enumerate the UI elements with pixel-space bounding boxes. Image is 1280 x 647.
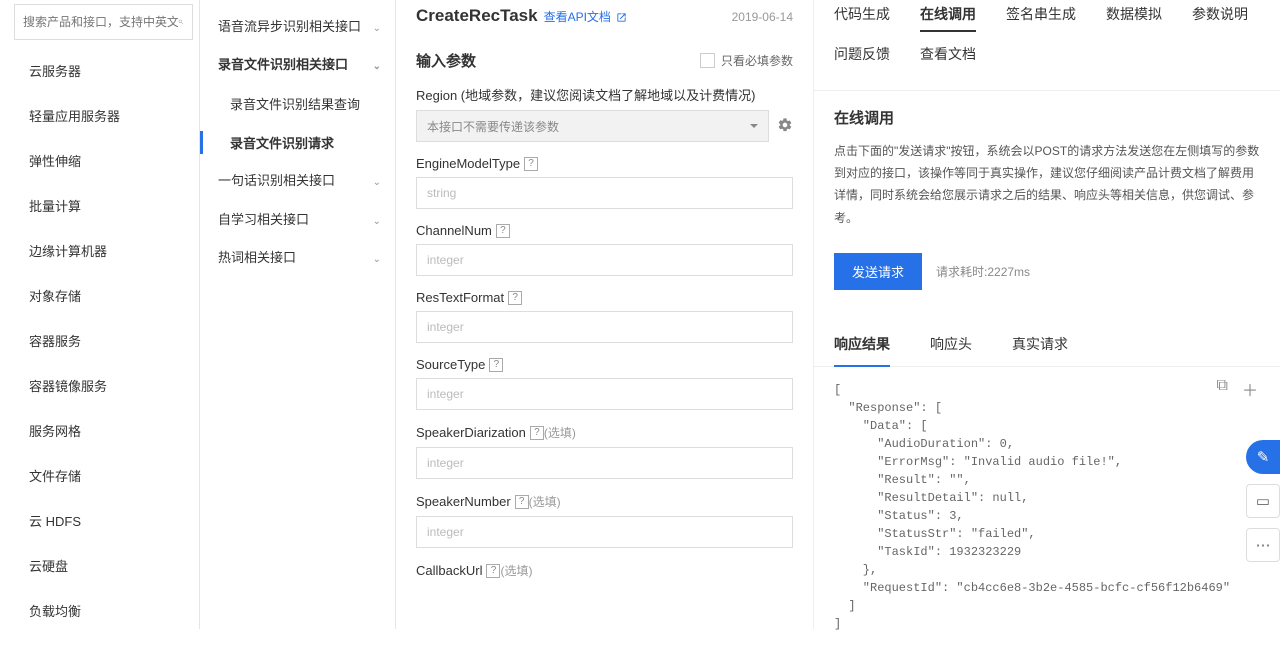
left-nav: 云服务器 轻量应用服务器 弹性伸缩 批量计算 边缘计算机器 对象存储 容器服务 … xyxy=(0,48,199,629)
param-label-region: Region (地域参数，建议您阅读文档了解地域以及计费情况) xyxy=(416,85,793,104)
help-icon[interactable]: ? xyxy=(489,358,503,372)
param-input[interactable]: string xyxy=(416,177,793,209)
lnav-item[interactable]: 云硬盘 xyxy=(0,543,199,588)
subnav-item[interactable]: 录音文件识别结果查询 xyxy=(200,84,395,123)
subnav-item[interactable]: 录音文件识别请求 xyxy=(200,123,395,162)
lnav-item[interactable]: 服务网格 xyxy=(0,408,199,453)
api-date: 2019-06-14 xyxy=(732,10,793,24)
subnav-label: 一句话识别相关接口 xyxy=(218,173,335,188)
help-icon[interactable]: ? xyxy=(486,564,500,578)
api-title: CreateRecTask xyxy=(416,6,538,26)
chevron-down-icon: ⌄ xyxy=(373,176,381,190)
lnav-item[interactable]: 文件存储 xyxy=(0,453,199,498)
param-label: ChannelNum? xyxy=(416,223,793,238)
gear-icon[interactable] xyxy=(777,117,793,136)
help-icon[interactable]: ? xyxy=(524,157,538,171)
param-input[interactable]: integer xyxy=(416,244,793,276)
response-json: [ "Response": [ "Data": [ "AudioDuration… xyxy=(834,381,1260,633)
tab-view-doc[interactable]: 查看文档 xyxy=(920,40,976,76)
debug-description: 点击下面的"发送请求"按钮，系统会以POST的请求方法发送您在左侧填写的参数到对… xyxy=(834,140,1260,229)
help-icon[interactable]: ? xyxy=(496,224,510,238)
sub-nav: 语音流异步识别相关接口 ⌄ 录音文件识别相关接口 ⌄ 录音文件识别结果查询 录音文件… xyxy=(200,0,396,629)
search-input[interactable] xyxy=(23,15,178,29)
section-title: 输入参数 xyxy=(416,50,700,71)
tab-feedback[interactable]: 问题反馈 xyxy=(834,40,890,76)
subnav-category[interactable]: 语音流异步识别相关接口 ⌄ xyxy=(200,8,395,46)
lnav-item[interactable]: 容器镜像服务 xyxy=(0,363,199,408)
debug-title: 在线调用 xyxy=(834,107,1260,128)
result-tabs: 响应结果 响应头 真实请求 xyxy=(814,306,1280,367)
lnav-item[interactable]: 弹性伸缩 xyxy=(0,138,199,183)
float-doc-button[interactable]: ▭ xyxy=(1246,484,1280,518)
doc-link-text: 查看API文档 xyxy=(544,10,611,24)
subnav-category[interactable]: 录音文件识别相关接口 ⌄ xyxy=(200,46,395,84)
help-icon[interactable]: ? xyxy=(508,291,522,305)
float-feedback-button[interactable]: ✎ xyxy=(1246,440,1280,474)
request-time: 请求耗时:2227ms xyxy=(936,263,1030,280)
only-required-checkbox[interactable] xyxy=(700,53,715,68)
subnav-label: 热词相关接口 xyxy=(218,250,296,265)
subnav-label: 录音文件识别相关接口 xyxy=(218,57,348,72)
param-label: CallbackUrl?(选填) xyxy=(416,562,793,579)
tab-params-help[interactable]: 参数说明 xyxy=(1192,0,1248,36)
chevron-down-icon: ⌄ xyxy=(373,60,381,74)
lnav-item[interactable]: 负载均衡 xyxy=(0,588,199,629)
lnav-item[interactable]: 对象存储 xyxy=(0,273,199,318)
right-tabs-row1: 代码生成 在线调用 签名串生成 数据模拟 参数说明 xyxy=(814,0,1280,36)
lnav-item[interactable]: 批量计算 xyxy=(0,183,199,228)
help-icon[interactable]: ? xyxy=(530,426,544,440)
lnav-item[interactable]: 云服务器 xyxy=(0,48,199,93)
help-icon[interactable]: ? xyxy=(515,495,529,509)
tab-mock[interactable]: 数据模拟 xyxy=(1106,0,1162,36)
main-header: CreateRecTask 查看API文档 2019-06-14 xyxy=(396,0,813,36)
param-label: SpeakerDiarization?(选填) xyxy=(416,424,793,441)
param-label: EngineModelType? xyxy=(416,156,793,171)
subnav-category[interactable]: 热词相关接口 ⌄ xyxy=(200,239,395,277)
lnav-item[interactable]: 轻量应用服务器 xyxy=(0,93,199,138)
lnav-item[interactable]: 云 HDFS xyxy=(0,498,199,543)
tab-code-gen[interactable]: 代码生成 xyxy=(834,0,890,36)
param-label: SpeakerNumber?(选填) xyxy=(416,493,793,510)
search-icon xyxy=(178,14,184,30)
lnav-item[interactable]: 边缘计算机器 xyxy=(0,228,199,273)
result-tab-request[interactable]: 真实请求 xyxy=(1012,334,1068,366)
subnav-label: 语音流异步识别相关接口 xyxy=(218,19,361,34)
param-input[interactable]: integer xyxy=(416,311,793,343)
subnav-category[interactable]: 自学习相关接口 ⌄ xyxy=(200,201,395,239)
search-bar[interactable] xyxy=(14,4,193,40)
result-tab-headers[interactable]: 响应头 xyxy=(930,334,972,366)
external-link-icon xyxy=(616,12,627,23)
param-label: ResTextFormat? xyxy=(416,290,793,305)
param-input[interactable]: integer xyxy=(416,516,793,548)
send-request-button[interactable]: 发送请求 xyxy=(834,253,922,290)
right-tabs-row2: 问题反馈 查看文档 xyxy=(814,36,1280,91)
subnav-category[interactable]: 一句话识别相关接口 ⌄ xyxy=(200,162,395,200)
param-input[interactable]: integer xyxy=(416,447,793,479)
copy-icon[interactable]: ⧉ xyxy=(1217,377,1228,401)
tab-signature[interactable]: 签名串生成 xyxy=(1006,0,1076,36)
region-select[interactable]: 本接口不需要传递该参数 xyxy=(416,110,769,142)
tab-online-debug[interactable]: 在线调用 xyxy=(920,0,976,36)
expand-icon[interactable]: ＋ xyxy=(1242,377,1258,401)
chevron-down-icon: ⌄ xyxy=(373,253,381,267)
float-chat-button[interactable]: ⋯ xyxy=(1246,528,1280,562)
chevron-down-icon: ⌄ xyxy=(373,215,381,229)
subnav-label: 自学习相关接口 xyxy=(218,212,309,227)
param-label: SourceType? xyxy=(416,357,793,372)
only-required-label: 只看必填参数 xyxy=(721,52,793,69)
param-input[interactable]: integer xyxy=(416,378,793,410)
view-api-doc-link[interactable]: 查看API文档 xyxy=(544,8,628,25)
chevron-down-icon: ⌄ xyxy=(373,22,381,36)
result-tab-response[interactable]: 响应结果 xyxy=(834,334,890,366)
lnav-item[interactable]: 容器服务 xyxy=(0,318,199,363)
